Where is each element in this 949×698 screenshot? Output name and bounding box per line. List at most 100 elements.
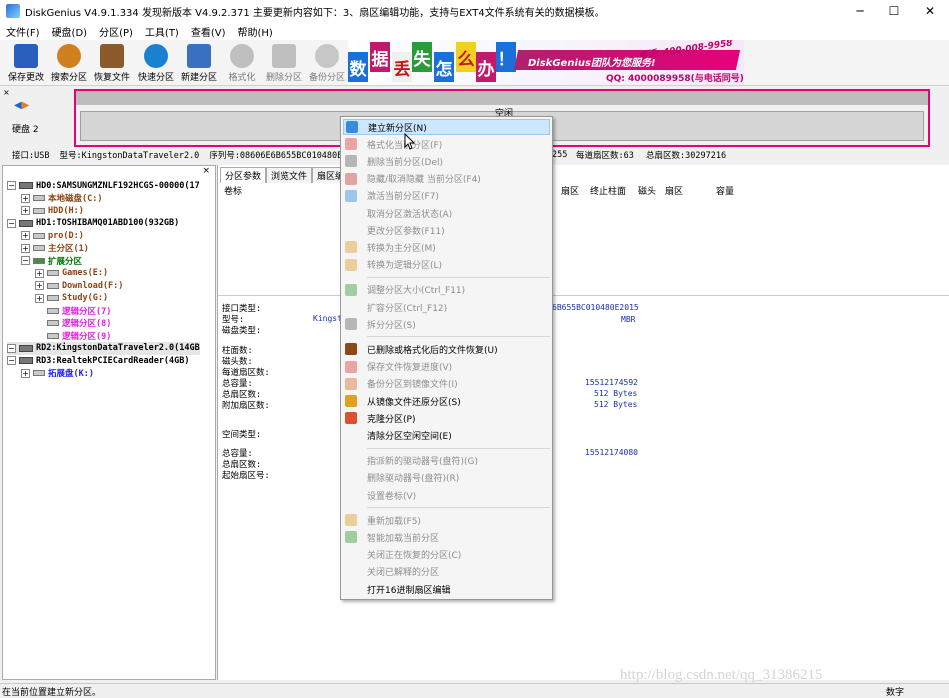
tree-item[interactable]: + 主分区(1) xyxy=(21,242,89,255)
tree-item[interactable]: + Download(F:) xyxy=(35,279,123,292)
col-sector-2[interactable]: 扇区 xyxy=(665,184,683,197)
tree-item[interactable]: 逻辑分区(7) xyxy=(35,304,111,317)
tab-0[interactable]: 分区参数 xyxy=(220,167,267,183)
toolbar-button-7[interactable]: 备份分区 xyxy=(305,42,349,84)
search-partition-icon xyxy=(57,44,81,68)
menu-item-4[interactable]: 查看(V) xyxy=(185,24,232,39)
context-menu-item[interactable]: 智能加载当前分区 xyxy=(343,529,550,545)
tree-expander-icon[interactable]: + xyxy=(21,368,30,378)
col-end-cylinder[interactable]: 终止柱面 xyxy=(590,184,626,197)
col-volume[interactable]: 卷标 xyxy=(224,184,242,197)
tree-expander-icon[interactable]: + xyxy=(21,231,30,240)
col-head[interactable]: 磁头 xyxy=(638,184,656,197)
toolbar-button-label: 搜索分区 xyxy=(50,73,87,83)
tab-1[interactable]: 浏览文件 xyxy=(266,167,313,183)
context-menu-item[interactable]: 扩容分区(Ctrl_F12) xyxy=(343,299,550,315)
context-menu-item[interactable]: 关闭已解释的分区 xyxy=(343,564,550,580)
context-menu-item[interactable]: 关闭正在恢复的分区(C) xyxy=(343,547,550,563)
toolbar-button-1[interactable]: 搜索分区 xyxy=(47,42,91,84)
toolbar-button-label: 删除分区 xyxy=(265,73,302,83)
context-menu-item[interactable]: 打开16进制扇区编辑 xyxy=(343,581,550,597)
menu-item-3[interactable]: 工具(T) xyxy=(139,24,185,39)
banner-slogan: DiskGenius团队为您服务! xyxy=(528,58,656,69)
info-total-sectors: 总扇区数:30297216 xyxy=(646,151,727,161)
context-menu-item[interactable]: 已删除或格式化后的文件恢复(U) xyxy=(343,341,550,357)
context-menu-item[interactable]: 克隆分区(P) xyxy=(343,410,550,426)
activate-icon xyxy=(345,189,357,202)
tree-item[interactable]: + Games(E:) xyxy=(35,267,108,280)
tree-close-icon[interactable]: × xyxy=(202,166,210,176)
banner-char-6: 办 xyxy=(476,52,496,82)
tree-item[interactable]: − RD2:KingstonDataTraveler2.0(14GB xyxy=(7,341,200,355)
minimize-button[interactable]: ─ xyxy=(843,0,877,22)
context-menu-item[interactable]: 删除当前分区(Del) xyxy=(343,153,550,169)
tree-item[interactable]: + HDD(H:) xyxy=(21,204,84,217)
toolbar-button-3[interactable]: 快速分区 xyxy=(134,42,178,84)
menu-item-5[interactable]: 帮助(H) xyxy=(232,24,279,39)
context-menu-item[interactable]: 清除分区空闲空间(E) xyxy=(343,427,550,443)
toolbar-button-6[interactable]: 删除分区 xyxy=(262,42,306,84)
maximize-button[interactable]: ☐ xyxy=(877,0,911,22)
menu-item-0[interactable]: 文件(F) xyxy=(0,24,46,39)
context-menu-item[interactable]: 隐藏/取消隐藏 当前分区(F4) xyxy=(343,171,550,187)
toolbar-button-4[interactable]: 新建分区 xyxy=(177,42,221,84)
context-menu-item[interactable]: 格式化当前分区(F) xyxy=(343,136,550,152)
toolbar-button-label: 保存更改 xyxy=(7,73,44,83)
tree-item[interactable]: − 扩展分区 xyxy=(21,254,82,267)
menu-item-2[interactable]: 分区(P) xyxy=(93,24,139,39)
disk-properties: 接口类型: 型号: Kingst 磁盘类型: 6B655BC010480E201… xyxy=(218,295,949,680)
context-menu-item[interactable]: 设置卷标(V) xyxy=(343,487,550,503)
context-menu-item[interactable]: 调整分区大小(Ctrl_F11) xyxy=(343,282,550,298)
context-menu: 建立新分区(N) 格式化当前分区(F) 删除当前分区(Del) 隐藏/取消隐藏 当前分… xyxy=(340,116,553,600)
context-menu-item[interactable]: 建立新分区(N) xyxy=(343,119,550,135)
context-menu-item[interactable]: 备份分区到镜像文件(I) xyxy=(343,376,550,392)
tree-expander-icon[interactable]: − xyxy=(7,356,16,365)
tree-item[interactable]: 逻辑分区(9) xyxy=(35,329,111,342)
context-menu-item[interactable]: 从镜像文件还原分区(S) xyxy=(343,393,550,409)
context-menu-item[interactable]: 重新加载(F5) xyxy=(343,512,550,528)
tree-item[interactable]: − HD0:SAMSUNGMZNLF192HCGS-00000(17 xyxy=(7,179,200,192)
tree-expander-icon[interactable]: − xyxy=(21,256,30,265)
tree-item-label: 逻辑分区(7) xyxy=(62,306,112,317)
tree-expander-icon[interactable]: − xyxy=(7,181,16,190)
context-menu-item-label: 更改分区参数(F11) xyxy=(367,226,445,237)
tree-expander-icon[interactable]: + xyxy=(35,293,44,303)
tree-item[interactable]: + pro(D:) xyxy=(21,229,84,242)
context-menu-item[interactable]: 取消分区激活状态(A) xyxy=(343,205,550,221)
context-menu-item[interactable]: 保存文件恢复进度(V) xyxy=(343,359,550,375)
context-menu-item[interactable]: 指派新的驱动器号(盘符)(G) xyxy=(343,453,550,469)
tree-item[interactable]: + Study(G:) xyxy=(35,292,108,305)
ad-banner[interactable]: 数据丢失怎么办！ DiskGenius团队为您服务! 电话: 400-008-9… xyxy=(348,40,744,85)
tree-item[interactable]: − RD3:RealtekPCIECardReader(4GB) xyxy=(7,354,190,367)
context-menu-item[interactable]: 拆分分区(S) xyxy=(343,316,550,332)
context-menu-item[interactable]: 激活当前分区(F7) xyxy=(343,188,550,204)
tree-expander-icon[interactable]: + xyxy=(35,281,44,290)
toolbar-button-0[interactable]: 保存更改 xyxy=(4,42,48,84)
tree-item[interactable]: 逻辑分区(8) xyxy=(35,317,111,330)
tree-expander-icon[interactable]: + xyxy=(21,193,30,203)
tree-item[interactable]: + 拓展盘(K:) xyxy=(21,367,94,380)
tree-item[interactable]: − HD1:TOSHIBAMQ01ABD100(932GB) xyxy=(7,217,179,230)
panel-collapse-icon[interactable]: × xyxy=(3,88,10,97)
tree-expander-icon[interactable]: − xyxy=(7,343,16,353)
status-numlock: 数字 xyxy=(886,688,905,698)
tree-expander-icon[interactable]: − xyxy=(7,218,16,228)
tree-item-label: HDD(H:) xyxy=(48,205,84,216)
context-menu-item[interactable]: 删除驱动器号(盘符)(R) xyxy=(343,470,550,486)
close-button[interactable]: ✕ xyxy=(913,0,947,22)
tree-expander-icon[interactable]: + xyxy=(35,268,44,278)
context-menu-item[interactable]: 更改分区参数(F11) xyxy=(343,222,550,238)
col-capacity[interactable]: 容量 xyxy=(716,184,734,197)
next-disk-icon[interactable]: ▶ xyxy=(22,100,30,111)
tree-expander-icon[interactable]: + xyxy=(21,206,30,215)
tree-item[interactable]: + 本地磁盘(C:) xyxy=(21,192,102,205)
tree-expander-icon[interactable]: + xyxy=(21,243,30,253)
toolbar-button-2[interactable]: 恢复文件 xyxy=(90,42,134,84)
context-menu-item[interactable]: 转换为逻辑分区(L) xyxy=(343,257,550,273)
menu-item-1[interactable]: 硬盘(D) xyxy=(46,24,94,39)
prev-disk-icon[interactable]: ◀ xyxy=(14,100,22,111)
new-partition-icon xyxy=(346,121,358,133)
toolbar-button-5[interactable]: 格式化 xyxy=(220,42,264,84)
context-menu-item[interactable]: 转换为主分区(M) xyxy=(343,239,550,255)
col-sector[interactable]: 扇区 xyxy=(561,184,579,197)
